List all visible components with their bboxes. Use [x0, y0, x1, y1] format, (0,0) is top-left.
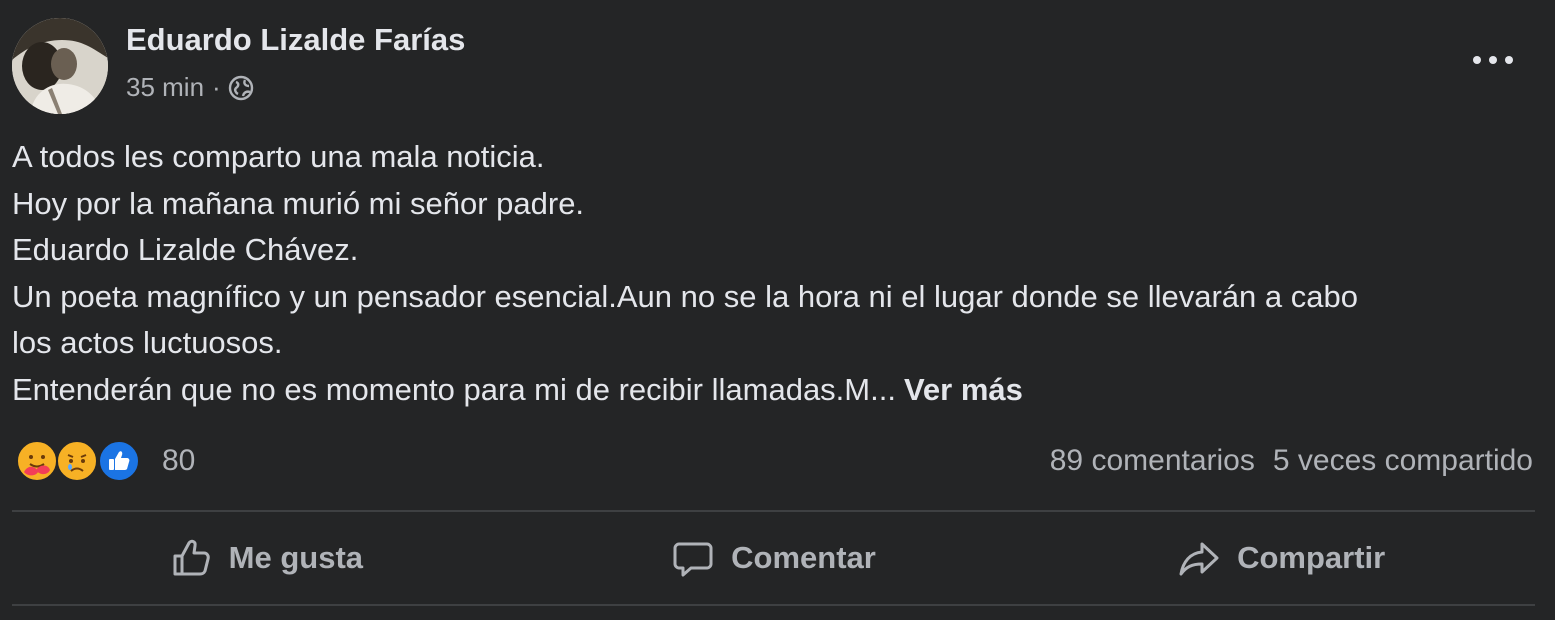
share-arrow-icon — [1179, 542, 1219, 576]
more-dot — [1489, 56, 1497, 64]
comment-button-label: Comentar — [731, 540, 876, 575]
shares-count-link[interactable]: 5 veces compartido — [1273, 444, 1533, 477]
post-meta: 35 min · — [126, 72, 255, 103]
reactions-summary[interactable]: 80 — [16, 438, 195, 484]
comment-bubble-icon — [673, 542, 713, 577]
share-button[interactable]: Compartir — [1027, 518, 1535, 598]
like-button[interactable]: Me gusta — [12, 518, 520, 598]
reaction-count: 80 — [162, 444, 196, 477]
post-timestamp[interactable]: 35 min — [126, 72, 204, 103]
post-body-last-line: Entenderán que no es momento para mi de … — [12, 367, 1535, 414]
post-body: A todos les comparto una mala noticia. H… — [12, 134, 1535, 413]
avatar[interactable] — [12, 18, 108, 114]
avatar-photo — [12, 18, 108, 114]
care-reaction-icon — [16, 440, 58, 482]
divider — [12, 510, 1535, 512]
like-reaction-icon — [98, 440, 140, 482]
more-dot — [1505, 56, 1513, 64]
thumbs-up-icon — [173, 539, 210, 576]
share-button-label: Compartir — [1237, 540, 1386, 575]
post-body-line: los actos luctuosos. — [12, 325, 283, 360]
reaction-icons — [16, 438, 152, 484]
more-dot — [1473, 56, 1481, 64]
author-name[interactable]: Eduardo Lizalde Farías — [126, 22, 465, 58]
engagement-stats: 89 comentarios 5 veces compartido — [1050, 444, 1533, 478]
see-more-link[interactable]: Ver más — [904, 372, 1023, 407]
sad-reaction-icon — [56, 440, 98, 482]
post-body-line: Eduardo Lizalde Chávez. — [12, 232, 359, 267]
action-bar: Me gusta Comentar Compartir — [12, 518, 1535, 598]
comment-button[interactable]: Comentar — [520, 518, 1028, 598]
more-options-icon[interactable] — [1473, 42, 1513, 78]
divider — [12, 604, 1535, 606]
post-body-line: Entenderán que no es momento para mi de … — [12, 371, 896, 407]
post-body-line: Un poeta magnífico y un pensador esencia… — [12, 278, 1358, 314]
meta-separator: · — [212, 72, 221, 102]
globe-icon[interactable] — [227, 74, 255, 102]
facebook-post: Eduardo Lizalde Farías 35 min · A todos … — [0, 0, 1555, 620]
like-button-label: Me gusta — [228, 540, 364, 575]
post-body-line: A todos les comparto una mala noticia. — [12, 139, 545, 174]
post-body-line: Hoy por la mañana murió mi señor padre. — [12, 185, 585, 221]
comments-count-link[interactable]: 89 comentarios — [1050, 444, 1255, 477]
